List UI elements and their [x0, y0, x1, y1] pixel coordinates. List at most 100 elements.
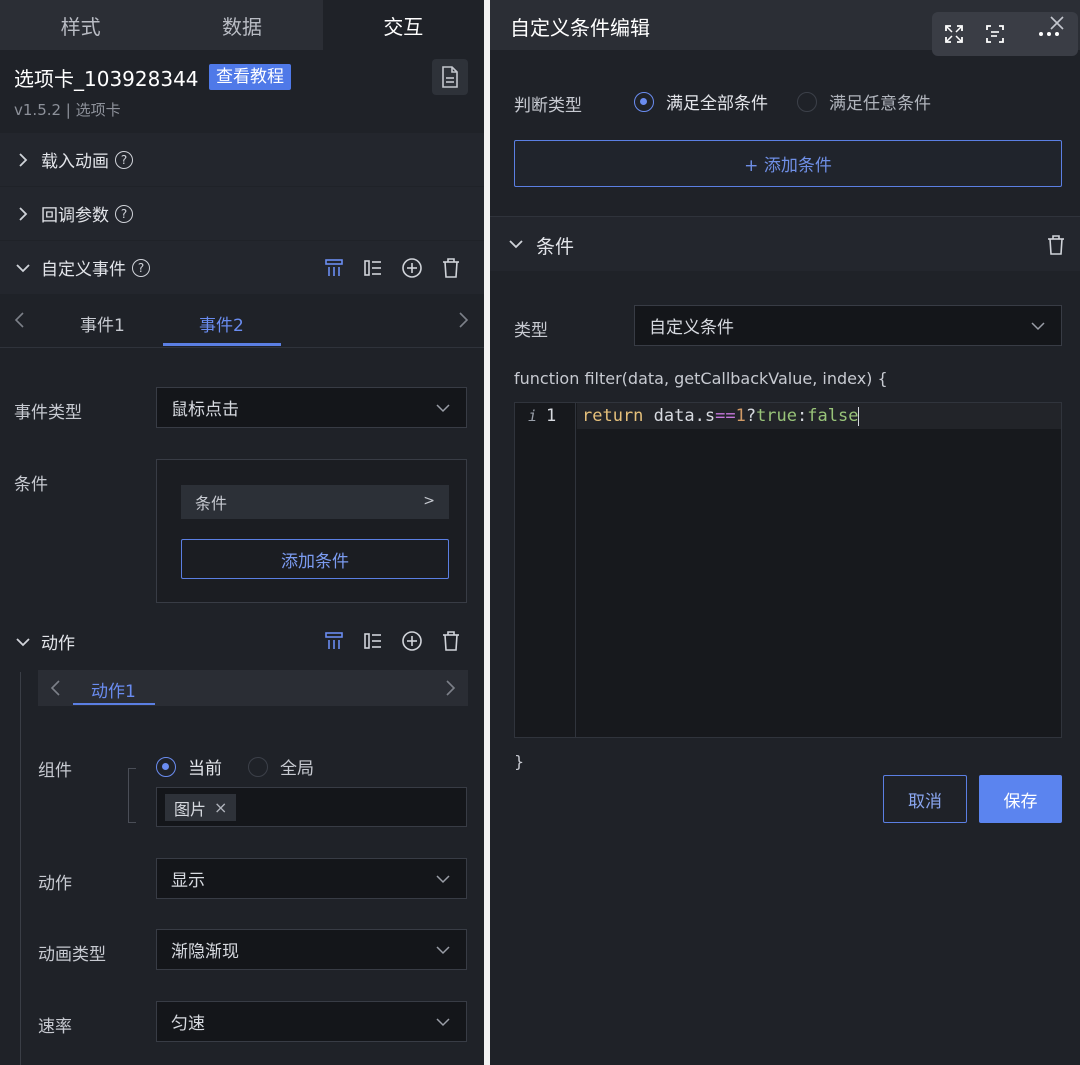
copy-icon[interactable]: [321, 628, 346, 653]
action-tabs: 动作1: [38, 670, 468, 706]
tab-event-1[interactable]: 事件1: [80, 311, 125, 336]
copy-icon[interactable]: [321, 255, 346, 280]
editor-title: 自定义条件编辑: [510, 16, 650, 40]
tab-action-1[interactable]: 动作1: [91, 677, 136, 702]
component-version: v1.5.2 | 选项卡: [14, 101, 121, 119]
code-operator: ==: [715, 406, 736, 426]
action-select[interactable]: 显示: [156, 858, 467, 899]
bracket-line: [128, 768, 136, 823]
radio-checked-icon: [156, 756, 176, 777]
code-identifier: data.s: [643, 406, 716, 426]
divider: [0, 347, 484, 348]
expand-icon[interactable]: [944, 24, 964, 44]
help-icon[interactable]: ?: [132, 258, 150, 277]
section-label: 自定义事件: [41, 260, 126, 280]
add-condition-button[interactable]: + 添加条件: [514, 140, 1062, 187]
tag-label: 图片: [174, 799, 207, 819]
tab-interaction[interactable]: 交互: [322, 0, 484, 50]
function-signature: function filter(data, getCallbackValue, …: [514, 369, 888, 388]
close-icon[interactable]: [1050, 16, 1064, 30]
add-circle-icon[interactable]: [399, 628, 424, 653]
scan-icon[interactable]: [985, 24, 1005, 44]
trash-icon[interactable]: [438, 628, 463, 653]
trash-icon[interactable]: [438, 255, 463, 280]
condition-label: 条件: [14, 475, 48, 495]
add-circle-icon[interactable]: [399, 255, 424, 280]
rate-select[interactable]: 匀速: [156, 1001, 467, 1042]
radio-global[interactable]: 全局: [248, 754, 314, 779]
section-load-animation[interactable]: 载入动画 ?: [0, 133, 484, 186]
type-value: 自定义条件: [649, 318, 734, 338]
radio-label: 满足任意条件: [829, 94, 931, 114]
help-icon[interactable]: ?: [115, 204, 133, 223]
radio-any-condition[interactable]: 满足任意条件: [797, 89, 931, 114]
action-label: 动作: [38, 874, 72, 894]
function-closing: }: [514, 752, 525, 771]
type-select[interactable]: 自定义条件: [634, 305, 1062, 346]
radio-unchecked-icon: [248, 756, 268, 777]
chevron-left-icon[interactable]: [48, 679, 64, 697]
code-editor[interactable]: i 1 return data.s==1?true:false: [514, 402, 1062, 738]
code-gutter: i 1: [515, 403, 576, 737]
active-tab-indicator: [163, 343, 281, 346]
event-type-select[interactable]: 鼠标点击: [156, 387, 467, 428]
chevron-down-icon: [436, 1018, 450, 1027]
event-type-label: 事件类型: [14, 403, 82, 423]
more-icon[interactable]: [1038, 30, 1060, 38]
judge-type-label: 判断类型: [514, 96, 582, 116]
code-colon: :: [797, 406, 808, 426]
tab-data[interactable]: 数据: [161, 0, 322, 50]
section-actions[interactable]: 动作: [14, 629, 75, 654]
actions-guide-line: [20, 672, 21, 1065]
component-tag-input[interactable]: 图片 ×: [156, 787, 467, 827]
doc-icon[interactable]: [432, 59, 468, 95]
editor-header: 自定义条件编辑: [490, 0, 1080, 56]
animation-type-label: 动画类型: [38, 945, 106, 965]
tag-close-icon[interactable]: ×: [214, 798, 227, 817]
trash-icon[interactable]: [1046, 234, 1066, 256]
animation-type-value: 渐隐渐现: [171, 942, 239, 962]
text-cursor: [858, 406, 860, 426]
section-label: 载入动画: [41, 152, 109, 172]
condition-editor-panel: 自定义条件编辑 判断类型 满足全部条件 满足任意条件 + 添加条件 条件 类型 …: [490, 0, 1080, 1065]
list-icon[interactable]: [360, 255, 385, 280]
component-label: 组件: [38, 761, 72, 781]
animation-type-select[interactable]: 渐隐渐现: [156, 929, 467, 970]
chevron-down-icon: [436, 875, 450, 884]
chevron-down-icon: [16, 263, 30, 272]
section-callback-params[interactable]: 回调参数 ?: [0, 187, 484, 240]
radio-checked-icon: [634, 91, 654, 112]
tab-style[interactable]: 样式: [0, 0, 161, 50]
condition-item[interactable]: 条件 >: [181, 485, 449, 519]
radio-label: 当前: [188, 759, 222, 779]
active-tab-indicator: [73, 703, 155, 705]
info-icon: i: [528, 407, 538, 425]
add-condition-button[interactable]: 添加条件: [181, 539, 449, 579]
radio-current[interactable]: 当前: [156, 754, 222, 779]
condition-section-header[interactable]: 条件: [490, 217, 1080, 271]
radio-all-conditions[interactable]: 满足全部条件: [634, 89, 768, 114]
type-label: 类型: [514, 321, 548, 341]
code-keyword-return: return: [582, 406, 644, 426]
tab-event-2[interactable]: 事件2: [199, 311, 244, 336]
chevron-right-icon[interactable]: [455, 311, 471, 329]
help-icon[interactable]: ?: [115, 150, 133, 169]
chevron-left-icon[interactable]: [12, 311, 28, 329]
event-type-value: 鼠标点击: [171, 400, 239, 420]
component-title: 选项卡_103928344: [14, 67, 199, 91]
code-ternary: ?: [745, 406, 757, 426]
radio-label: 满足全部条件: [666, 94, 768, 114]
event-toolbar: [321, 255, 463, 280]
chevron-down-icon: [436, 946, 450, 955]
condition-box: 条件 > 添加条件: [156, 459, 467, 603]
tutorial-badge[interactable]: 查看教程: [209, 64, 291, 90]
section-label: 回调参数: [41, 206, 109, 226]
cancel-button[interactable]: 取消: [883, 775, 967, 823]
save-button[interactable]: 保存: [979, 775, 1062, 823]
section-label: 动作: [41, 634, 75, 654]
list-icon[interactable]: [360, 628, 385, 653]
code-number: 1: [735, 406, 746, 426]
condition-item-arrow: >: [423, 493, 435, 509]
top-tabs: 样式 数据 交互: [0, 0, 484, 50]
chevron-right-icon[interactable]: [442, 679, 458, 697]
